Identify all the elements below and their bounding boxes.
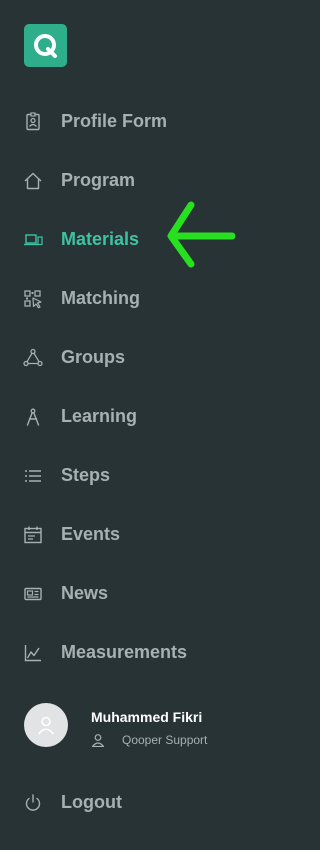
logout-label: Logout [61, 792, 122, 812]
sidebar-item-label: Profile Form [61, 111, 168, 131]
sidebar-item-news[interactable]: News [0, 564, 309, 623]
avatar [24, 703, 68, 747]
calendar-icon [23, 525, 43, 545]
sidebar-item-measurements[interactable]: Measurements [0, 623, 309, 682]
sidebar-item-materials[interactable]: Materials [0, 210, 309, 269]
network-icon [23, 348, 43, 368]
logout-button[interactable]: Logout [0, 773, 309, 832]
compass-icon [23, 407, 43, 427]
sidebar-item-profile-form[interactable]: Profile Form [0, 92, 309, 151]
logo-q-icon [33, 33, 57, 58]
laptop-icon [23, 230, 43, 250]
sidebar-item-label: Program [61, 170, 136, 190]
sidebar-item-label: Learning [61, 406, 138, 426]
sidebar-item-learning[interactable]: Learning [0, 387, 309, 446]
user-name: Muhammed Fikri [91, 709, 203, 725]
person-icon [91, 734, 105, 747]
qr-pointer-icon [23, 289, 43, 309]
list-icon [23, 466, 43, 486]
sidebar-item-label: Steps [61, 465, 111, 485]
chart-icon [23, 643, 43, 663]
sidebar-item-steps[interactable]: Steps [0, 446, 309, 505]
user-role: Qooper Support [122, 733, 208, 747]
power-icon [23, 793, 43, 813]
sidebar-item-matching[interactable]: Matching [0, 269, 309, 328]
sidebar-item-label: Events [61, 524, 121, 544]
annotation-arrow-icon [167, 201, 236, 268]
app-logo[interactable] [24, 24, 67, 67]
sidebar-item-label: News [61, 583, 109, 603]
sidebar-item-label: Measurements [61, 642, 188, 662]
id-badge-icon [23, 111, 43, 132]
user-profile[interactable]: Muhammed Fikri Qooper Support [24, 703, 304, 753]
home-icon [23, 171, 43, 191]
sidebar-item-label: Materials [61, 229, 140, 249]
sidebar-item-label: Matching [61, 288, 140, 308]
newspaper-icon [23, 584, 43, 604]
sidebar-item-label: Groups [61, 347, 126, 367]
user-icon [37, 716, 55, 735]
sidebar-item-program[interactable]: Program [0, 151, 309, 210]
sidebar-item-groups[interactable]: Groups [0, 328, 309, 387]
sidebar-nav: Profile Form Program Materials Matching … [0, 92, 309, 682]
sidebar-item-events[interactable]: Events [0, 505, 309, 564]
